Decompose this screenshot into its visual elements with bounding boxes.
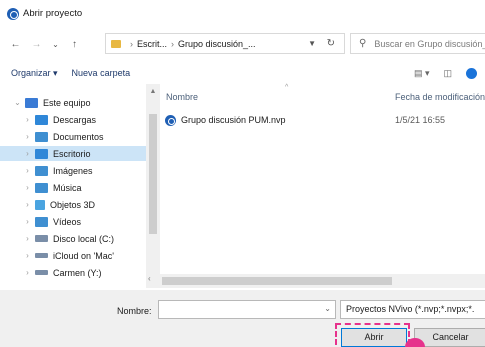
new-folder-button[interactable]: Nueva carpeta bbox=[72, 68, 131, 78]
open-button-highlight bbox=[335, 323, 410, 347]
documents-icon bbox=[35, 131, 48, 142]
title-bar: Abrir proyecto bbox=[0, 0, 485, 27]
chevron-right-icon[interactable]: › bbox=[10, 234, 35, 243]
computer-icon bbox=[25, 97, 38, 108]
chevron-expanded-icon[interactable]: ⌄ bbox=[0, 98, 25, 107]
file-name-label: Nombre: bbox=[117, 306, 152, 316]
sidebar-item-label: iCloud on 'Mac' bbox=[53, 250, 114, 261]
change-view-icon[interactable]: ▤ ▾ bbox=[414, 68, 430, 79]
chevron-right-icon[interactable]: › bbox=[10, 217, 35, 226]
scroll-up-arrow-icon[interactable]: ▲ bbox=[146, 88, 160, 95]
breadcrumb-item-grupo-discusion[interactable]: Grupo discusión_... bbox=[178, 39, 256, 49]
videos-icon bbox=[35, 216, 48, 227]
sidebar-item-imagenes[interactable]: › Imágenes bbox=[0, 163, 146, 178]
sidebar-item-escritorio[interactable]: › Escritorio bbox=[0, 146, 146, 161]
sidebar-item-musica[interactable]: › Música bbox=[0, 180, 146, 195]
file-row[interactable]: Grupo discusión PUM.nvp 1/5/21 16:55 bbox=[165, 112, 485, 128]
preview-pane-icon[interactable]: ◫ bbox=[444, 68, 453, 79]
search-input[interactable]: ⚲ Buscar en Grupo discusión_... bbox=[350, 33, 485, 54]
network-drive-icon bbox=[35, 253, 48, 258]
window-title: Abrir proyecto bbox=[23, 8, 83, 19]
sidebar-item-videos[interactable]: › Vídeos bbox=[0, 214, 146, 229]
breadcrumb-separator: › bbox=[130, 38, 133, 49]
file-name: Grupo discusión PUM.nvp bbox=[181, 115, 286, 125]
sidebar-item-carmen[interactable]: › Carmen (Y:) bbox=[0, 265, 146, 280]
pictures-icon bbox=[35, 165, 48, 176]
forward-button[interactable]: → bbox=[29, 39, 44, 50]
help-icon[interactable] bbox=[466, 67, 478, 79]
sidebar-item-label: Objetos 3D bbox=[50, 199, 96, 210]
file-name-input[interactable]: ⌄ bbox=[158, 300, 336, 319]
file-date: 1/5/21 16:55 bbox=[395, 115, 446, 125]
file-list-pane: ^ Nombre Fecha de modificación Grupo dis… bbox=[160, 84, 485, 290]
objects-3d-icon bbox=[35, 199, 45, 210]
sidebar-item-label: Carmen (Y:) bbox=[53, 267, 102, 278]
sort-indicator-icon: ^ bbox=[285, 84, 289, 91]
sidebar-item-icloud[interactable]: › iCloud on 'Mac' bbox=[0, 248, 146, 263]
desktop-icon bbox=[35, 148, 48, 159]
up-folder-button[interactable]: ↑ bbox=[67, 39, 82, 50]
nvivo-app-icon bbox=[7, 7, 19, 20]
chevron-right-icon[interactable]: › bbox=[10, 132, 35, 141]
back-button[interactable]: ← bbox=[8, 39, 23, 50]
chevron-right-icon[interactable]: › bbox=[10, 166, 35, 175]
sidebar-item-label: Disco local (C:) bbox=[53, 233, 115, 244]
sidebar-item-este-equipo[interactable]: ⌄ Este equipo bbox=[0, 95, 146, 110]
view-controls: ▤ ▾ ◫ bbox=[414, 67, 478, 79]
network-drive-icon bbox=[35, 270, 48, 275]
chevron-right-icon[interactable]: › bbox=[10, 200, 35, 209]
sidebar-item-label: Imágenes bbox=[53, 165, 93, 176]
sidebar-item-disco-local[interactable]: › Disco local (C:) bbox=[0, 231, 146, 246]
file-type-value: Proyectos NVivo (*.nvp;*.nvpx;*. bbox=[346, 304, 475, 314]
scrollbar-thumb[interactable] bbox=[149, 114, 157, 234]
sidebar-item-label: Descargas bbox=[53, 114, 97, 125]
sidebar-item-label: Vídeos bbox=[53, 216, 82, 227]
chevron-right-icon[interactable]: › bbox=[10, 251, 35, 260]
sidebar-item-documentos[interactable]: › Documentos bbox=[0, 129, 146, 144]
nvivo-file-icon bbox=[165, 114, 176, 126]
chevron-right-icon[interactable]: › bbox=[10, 183, 35, 192]
command-toolbar: Organizar ▾ Nueva carpeta ▤ ▾ ◫ bbox=[0, 62, 485, 84]
chevron-right-icon[interactable]: › bbox=[10, 149, 35, 158]
sidebar-item-label: Este equipo bbox=[43, 97, 91, 108]
navigation-pane-scrollbar[interactable]: ▲ bbox=[146, 84, 160, 287]
navigation-bar: ← → ⌄ ↑ › Escrit... › Grupo discusión_..… bbox=[0, 31, 485, 57]
sidebar-item-label: Documentos bbox=[53, 131, 104, 142]
drive-icon bbox=[35, 235, 48, 242]
chevron-right-icon[interactable]: › bbox=[10, 115, 35, 124]
recent-locations-button[interactable]: ⌄ bbox=[48, 40, 63, 49]
scrollbar-thumb[interactable] bbox=[162, 277, 392, 285]
downloads-icon bbox=[35, 114, 48, 125]
organize-menu-button[interactable]: Organizar ▾ bbox=[11, 68, 58, 79]
breadcrumb-item-escritorio[interactable]: Escrit... bbox=[137, 39, 167, 49]
chevron-right-icon[interactable]: › bbox=[10, 268, 35, 277]
chevron-down-icon[interactable]: ⌄ bbox=[324, 304, 331, 313]
file-list-horizontal-scrollbar[interactable]: ‹ bbox=[146, 274, 485, 288]
sidebar-item-descargas[interactable]: › Descargas bbox=[0, 112, 146, 127]
music-icon bbox=[35, 182, 48, 193]
file-type-select[interactable]: Proyectos NVivo (*.nvp;*.nvpx;*. bbox=[340, 300, 485, 319]
chevron-down-icon[interactable]: ▼ bbox=[308, 39, 316, 48]
column-header-date[interactable]: Fecha de modificación bbox=[395, 92, 485, 102]
sidebar-item-label: Música bbox=[53, 182, 82, 193]
sidebar-item-objetos-3d[interactable]: › Objetos 3D bbox=[0, 197, 146, 212]
breadcrumb-separator: › bbox=[171, 38, 175, 49]
folder-icon bbox=[111, 39, 121, 48]
navigation-pane: ⌄ Este equipo › Descargas › Documentos ›… bbox=[0, 84, 160, 290]
search-icon: ⚲ bbox=[359, 38, 367, 49]
column-header-name[interactable]: Nombre bbox=[166, 92, 198, 102]
search-placeholder: Buscar en Grupo discusión_... bbox=[374, 38, 485, 49]
scroll-left-arrow-icon[interactable]: ‹ bbox=[148, 274, 151, 283]
address-bar[interactable]: › Escrit... › Grupo discusión_... ▼ ↻ bbox=[105, 33, 345, 54]
refresh-button[interactable]: ↻ bbox=[327, 38, 335, 49]
sidebar-item-label: Escritorio bbox=[53, 148, 91, 159]
